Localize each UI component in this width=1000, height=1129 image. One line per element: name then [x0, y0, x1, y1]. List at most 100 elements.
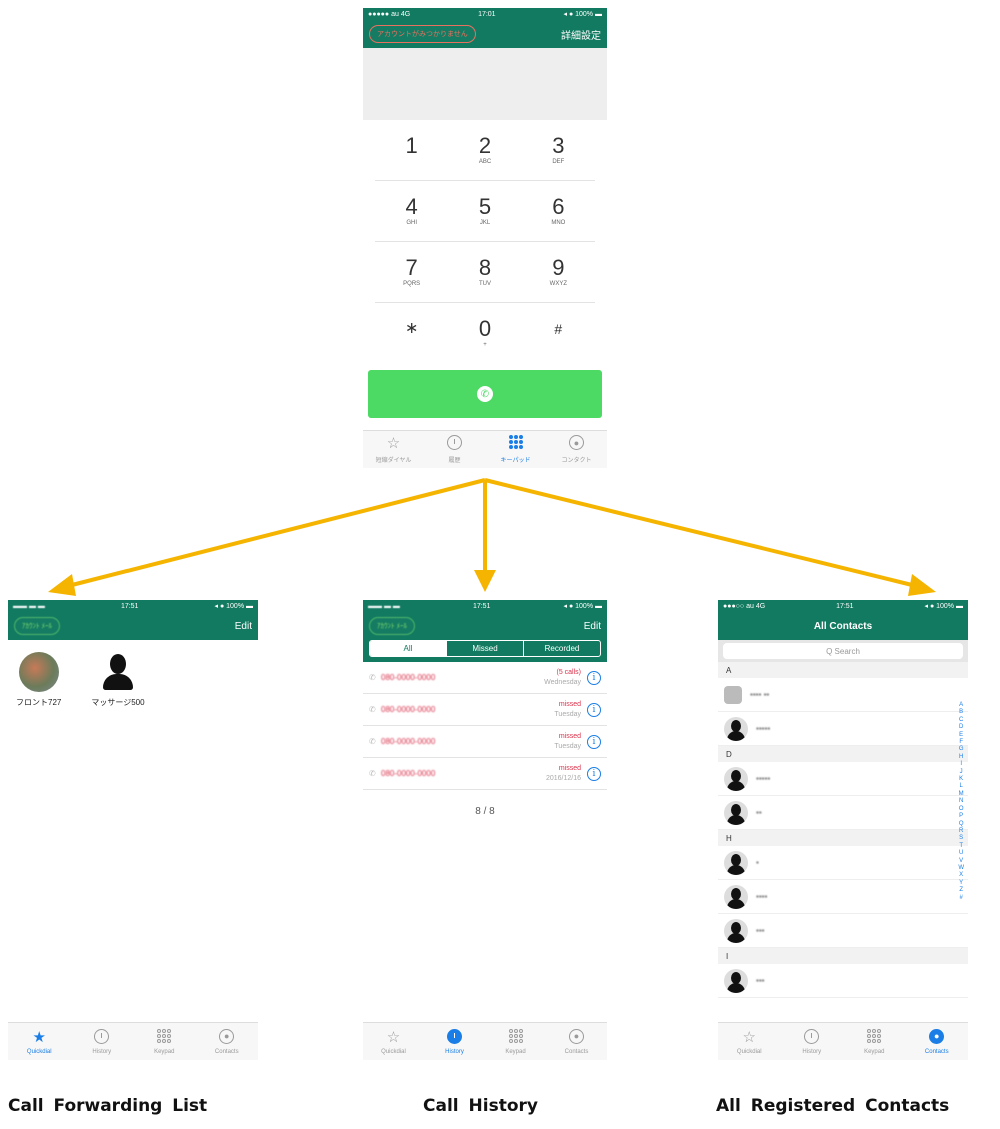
- account-pill[interactable]: ｱｶｳﾝﾄ ﾒｰﾙ: [14, 617, 60, 635]
- section-header: H: [718, 830, 968, 846]
- avatar-placeholder-icon: [724, 884, 748, 909]
- alphabet-letter[interactable]: Q: [958, 821, 964, 828]
- avatar-placeholder-icon: [98, 652, 138, 692]
- tab-quickdial[interactable]: ☆ Quickdial: [363, 1023, 424, 1060]
- key-star[interactable]: ∗: [375, 303, 448, 364]
- tab-keypad[interactable]: Keypad: [843, 1023, 906, 1060]
- battery-status: ◂ ● 100% ▬: [924, 603, 963, 610]
- contact-row[interactable]: ▪▪▪▪: [718, 880, 968, 914]
- alphabet-letter[interactable]: C: [958, 717, 964, 724]
- alphabet-letter[interactable]: U: [958, 850, 964, 857]
- key-7[interactable]: 7 PQRS: [375, 242, 449, 303]
- tab-quickdial[interactable]: ★ Quickdial: [8, 1023, 71, 1060]
- alphabet-letter[interactable]: Z: [958, 887, 964, 894]
- segment-all[interactable]: All: [370, 641, 447, 656]
- alphabet-letter[interactable]: F: [958, 739, 964, 746]
- alphabet-letter[interactable]: H: [958, 754, 964, 761]
- segment-missed[interactable]: Missed: [447, 641, 524, 656]
- key-9[interactable]: 9 WXYZ: [521, 242, 595, 303]
- tab-keypad[interactable]: キーパッド: [485, 431, 546, 468]
- tab-history[interactable]: History: [424, 1023, 485, 1060]
- alphabet-letter[interactable]: T: [958, 843, 964, 850]
- tab-label: Keypad: [505, 1048, 526, 1055]
- history-row[interactable]: ✆ 080-0000-0000 missed 2016/12/16 i: [363, 758, 607, 790]
- arrow-head-right: [908, 574, 936, 596]
- tab-quickdial[interactable]: ☆ Quickdial: [718, 1023, 781, 1060]
- tab-contacts[interactable]: ● コンタクト: [546, 431, 607, 468]
- key-2[interactable]: 2 ABC: [448, 120, 522, 181]
- tab-contacts[interactable]: ● Contacts: [546, 1023, 607, 1060]
- alphabet-letter[interactable]: P: [958, 813, 964, 820]
- edit-button[interactable]: Edit: [584, 621, 601, 632]
- tab-contacts[interactable]: ● Contacts: [196, 1023, 259, 1060]
- contact-row[interactable]: ▪: [718, 846, 968, 880]
- contact-name: ▪▪▪: [756, 976, 765, 985]
- alphabet-letter[interactable]: A: [958, 702, 964, 709]
- alphabet-letter[interactable]: W: [958, 865, 964, 872]
- tab-keypad[interactable]: Keypad: [485, 1023, 546, 1060]
- tab-quickdial[interactable]: ☆ 短縮ダイヤル: [363, 431, 424, 468]
- history-row[interactable]: ✆ 080-0000-0000 (5 calls) Wednesday i: [363, 662, 607, 694]
- alphabet-letter[interactable]: G: [958, 746, 964, 753]
- contact-row[interactable]: ▪▪▪▪▪: [718, 762, 968, 796]
- star-icon: ★: [32, 1028, 46, 1046]
- alphabet-letter[interactable]: J: [958, 769, 964, 776]
- info-icon[interactable]: i: [587, 734, 601, 749]
- tab-history[interactable]: History: [781, 1023, 844, 1060]
- contact-row[interactable]: ▪▪▪▪ ▪▪: [718, 678, 968, 712]
- carrier-signal: ▬▬ ▬ ▬: [13, 602, 45, 610]
- tab-keypad[interactable]: Keypad: [133, 1023, 196, 1060]
- alphabet-letter[interactable]: #: [958, 895, 964, 902]
- alphabet-letter[interactable]: E: [958, 732, 964, 739]
- alphabet-letter[interactable]: N: [958, 798, 964, 805]
- alphabet-letter[interactable]: K: [958, 776, 964, 783]
- alphabet-letter[interactable]: S: [958, 835, 964, 842]
- key-3[interactable]: 3 DEF: [521, 120, 595, 181]
- status-bar: ●●●○○ au 4G 17:51 ◂ ● 100% ▬: [718, 600, 968, 612]
- quickdial-item[interactable]: フロント727: [16, 652, 61, 708]
- alphabet-letter[interactable]: B: [958, 709, 964, 716]
- alphabet-letter[interactable]: Y: [958, 880, 964, 887]
- account-pill[interactable]: アカウントがみつかりません: [369, 25, 476, 43]
- alphabet-letter[interactable]: O: [958, 806, 964, 813]
- advanced-settings-link[interactable]: 詳細設定: [561, 27, 601, 42]
- alphabet-letter[interactable]: L: [958, 783, 964, 790]
- tab-history[interactable]: History: [71, 1023, 134, 1060]
- alphabet-index[interactable]: A B C D E F G H I J K L M N O P Q R S T U V W X Y Z #: [958, 702, 964, 902]
- tab-history[interactable]: 履歴: [424, 431, 485, 468]
- history-row[interactable]: ✆ 080-0000-0000 missed Tuesday i: [363, 694, 607, 726]
- key-6[interactable]: 6 MNO: [521, 181, 595, 242]
- key-5[interactable]: 5 JKL: [448, 181, 522, 242]
- info-icon[interactable]: i: [587, 702, 601, 717]
- alphabet-letter[interactable]: D: [958, 724, 964, 731]
- key-0[interactable]: 0 +: [448, 303, 521, 364]
- contact-name: ▪▪▪▪▪: [756, 724, 771, 733]
- search-input[interactable]: Q Search: [723, 643, 963, 659]
- tab-contacts[interactable]: ● Contacts: [906, 1023, 969, 1060]
- alphabet-letter[interactable]: M: [958, 791, 964, 798]
- quickdial-item[interactable]: マッサージ500: [91, 652, 145, 708]
- avatar: [724, 685, 742, 704]
- contact-row[interactable]: ▪▪▪: [718, 914, 968, 948]
- key-8[interactable]: 8 TUV: [448, 242, 522, 303]
- status-time: 17:51: [836, 602, 854, 610]
- avatar-placeholder-icon: [724, 716, 748, 741]
- history-row[interactable]: ✆ 080-0000-0000 missed Tuesday i: [363, 726, 607, 758]
- alphabet-letter[interactable]: V: [958, 858, 964, 865]
- account-pill[interactable]: ｱｶｳﾝﾄ ﾒｰﾙ: [369, 617, 415, 635]
- info-icon[interactable]: i: [587, 766, 601, 781]
- key-1[interactable]: 1: [375, 120, 449, 181]
- alphabet-letter[interactable]: X: [958, 872, 964, 879]
- key-4[interactable]: 4 GHI: [375, 181, 449, 242]
- alphabet-letter[interactable]: I: [958, 761, 964, 768]
- call-button[interactable]: ✆: [368, 370, 602, 418]
- history-screen: ▬▬ ▬ ▬ 17:51 ◂ ● 100% ▬ ｱｶｳﾝﾄ ﾒｰﾙ Edit A…: [363, 600, 607, 1060]
- key-hash[interactable]: #: [522, 303, 595, 364]
- edit-button[interactable]: Edit: [235, 621, 252, 632]
- alphabet-letter[interactable]: R: [958, 828, 964, 835]
- contact-row[interactable]: ▪▪▪: [718, 964, 968, 998]
- contact-row[interactable]: ▪▪: [718, 796, 968, 830]
- segment-recorded[interactable]: Recorded: [524, 641, 600, 656]
- info-icon[interactable]: i: [587, 670, 601, 685]
- contact-row[interactable]: ▪▪▪▪▪: [718, 712, 968, 746]
